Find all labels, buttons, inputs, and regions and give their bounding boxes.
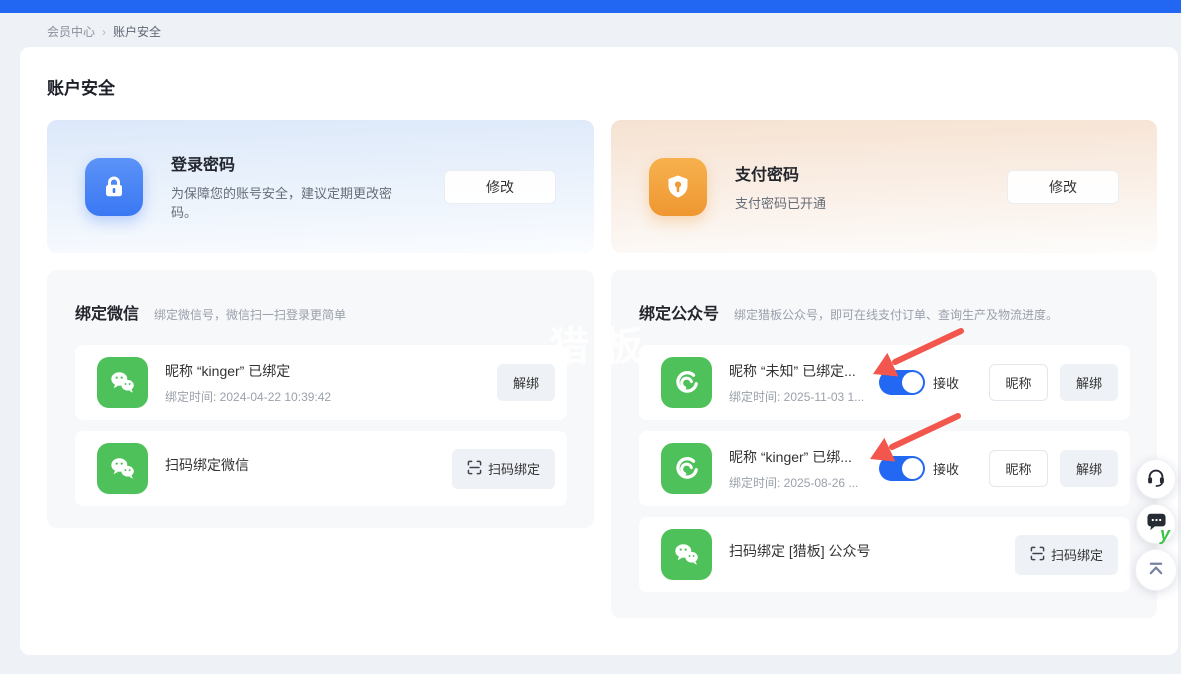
- back-to-top-button[interactable]: [1135, 549, 1177, 591]
- pay-password-desc: 支付密码已开通: [735, 194, 973, 213]
- shield-keyhole-icon: [649, 158, 707, 216]
- receive-toggle-1[interactable]: [879, 370, 925, 395]
- wechat-scan-title: 扫码绑定微信: [165, 455, 452, 475]
- official-section-subtitle: 绑定猎板公众号，即可在线支付订单、查询生产及物流进度。: [734, 306, 1058, 323]
- wechat-scan-bind-button[interactable]: 扫码绑定: [452, 449, 555, 489]
- wechat-bind-section: 绑定微信 绑定微信号，微信扫一扫登录更简单 昵称 “kinger” 已绑定: [47, 270, 594, 528]
- receive-label-2: 接收: [933, 459, 959, 478]
- wechat-bound-time: 绑定时间: 2024-04-22 10:39:42: [165, 388, 497, 405]
- official-scan-title: 扫码绑定 [猎板] 公众号: [729, 541, 1015, 561]
- page-title: 账户安全: [47, 74, 115, 99]
- wechat-bound-title: 昵称 “kinger” 已绑定: [165, 361, 497, 381]
- wechat-scan-row: 扫码绑定微信 扫码绑定: [75, 431, 567, 506]
- top-blue-bar: [0, 0, 1181, 13]
- wechat-unbind-button[interactable]: 解绑: [497, 364, 555, 401]
- breadcrumb-member-center[interactable]: 会员中心: [47, 23, 95, 40]
- official-unbind-button-1[interactable]: 解绑: [1060, 364, 1118, 401]
- login-password-title: 登录密码: [171, 151, 444, 175]
- official-account-swirl-icon: [661, 357, 712, 408]
- nickname-button-1[interactable]: 昵称: [989, 364, 1048, 401]
- official-account-section: 绑定公众号 绑定猎板公众号，即可在线支付订单、查询生产及物流进度。 昵称 “未知…: [611, 270, 1157, 618]
- wechat-icon: [97, 357, 148, 408]
- official-unbind-button-2[interactable]: 解绑: [1060, 450, 1118, 487]
- wechat-icon: [661, 529, 712, 580]
- official-scan-bind-label: 扫码绑定: [1051, 545, 1103, 564]
- receive-label-1: 接收: [933, 373, 959, 392]
- official-scan-bind-button[interactable]: 扫码绑定: [1015, 535, 1118, 575]
- account-security-panel: 账户安全 登录密码 为保障您的账号安全，建议定期更改密码。 修改 支付密码: [20, 47, 1178, 655]
- pay-password-title: 支付密码: [735, 161, 1007, 185]
- pay-password-modify-button[interactable]: 修改: [1007, 170, 1119, 204]
- official-scan-row: 扫码绑定 [猎板] 公众号 扫码绑定: [639, 517, 1130, 592]
- wechat-icon: [97, 443, 148, 494]
- official-bound-time-2: 绑定时间: 2025-08-26 ...: [729, 474, 879, 491]
- official-bound-time-1: 绑定时间: 2025-11-03 1...: [729, 388, 879, 405]
- login-password-modify-button[interactable]: 修改: [444, 170, 556, 204]
- official-section-title: 绑定公众号: [639, 300, 719, 324]
- breadcrumb: 会员中心 › 账户安全: [47, 23, 161, 40]
- official-bound-row-1: 昵称 “未知” 已绑定... 绑定时间: 2025-11-03 1... 接收 …: [639, 345, 1130, 420]
- back-to-top-icon: [1144, 556, 1168, 585]
- wechat-bound-row: 昵称 “kinger” 已绑定 绑定时间: 2024-04-22 10:39:4…: [75, 345, 567, 420]
- official-bound-title-2: 昵称 “kinger” 已绑...: [729, 447, 879, 467]
- lock-icon: [85, 158, 143, 216]
- wechat-scan-bind-label: 扫码绑定: [488, 459, 540, 478]
- chat-brand-badge: y: [1160, 524, 1170, 545]
- headset-icon: [1144, 465, 1168, 494]
- breadcrumb-separator: ›: [102, 25, 106, 39]
- login-password-desc: 为保障您的账号安全，建议定期更改密码。: [171, 184, 409, 222]
- qr-scan-icon: [1030, 546, 1045, 564]
- breadcrumb-account-security: 账户安全: [113, 23, 161, 40]
- wechat-section-subtitle: 绑定微信号，微信扫一扫登录更简单: [154, 306, 346, 323]
- official-account-swirl-icon: [661, 443, 712, 494]
- customer-support-button[interactable]: [1136, 459, 1176, 499]
- wechat-section-title: 绑定微信: [75, 300, 139, 324]
- official-bound-row-2: 昵称 “kinger” 已绑... 绑定时间: 2025-08-26 ... 接…: [639, 431, 1130, 506]
- login-password-card: 登录密码 为保障您的账号安全，建议定期更改密码。 修改: [47, 120, 594, 253]
- pay-password-card: 支付密码 支付密码已开通 修改: [611, 120, 1157, 253]
- receive-toggle-2[interactable]: [879, 456, 925, 481]
- nickname-button-2[interactable]: 昵称: [989, 450, 1048, 487]
- official-bound-title-1: 昵称 “未知” 已绑定...: [729, 361, 879, 381]
- qr-scan-icon: [467, 460, 482, 478]
